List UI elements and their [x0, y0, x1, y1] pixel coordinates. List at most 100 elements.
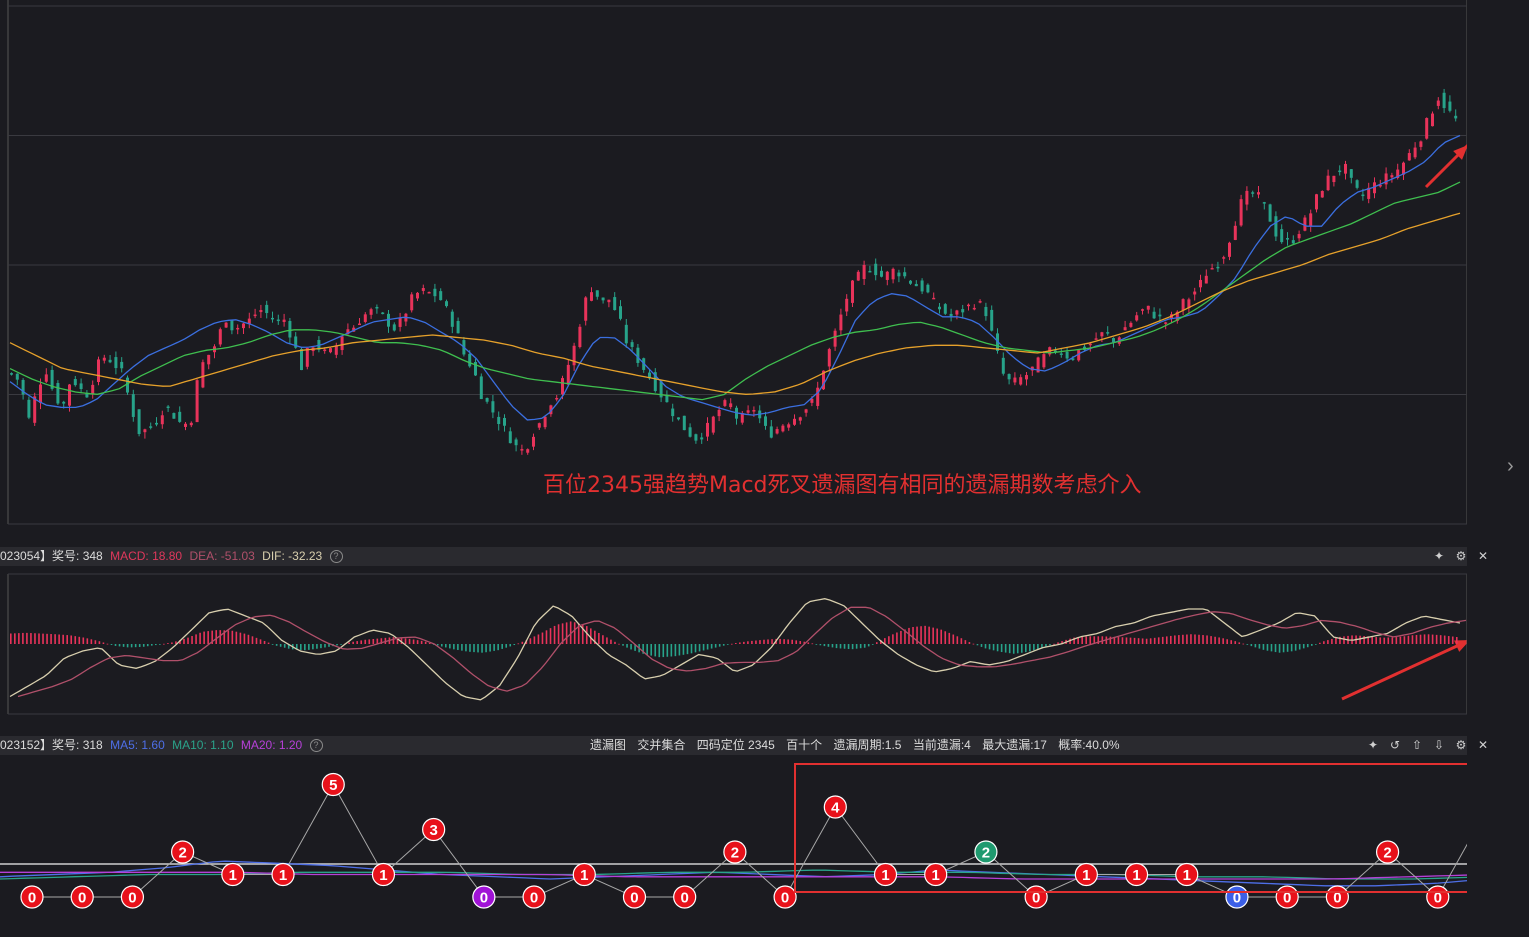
up-icon[interactable]: ⇧ [1408, 736, 1426, 755]
candle-body [33, 396, 37, 423]
help-icon[interactable]: ? [309, 739, 323, 753]
macd-hist-bar [602, 635, 604, 644]
macd-hist-bar [863, 644, 866, 648]
candle-body [137, 409, 141, 434]
candle-body [955, 310, 959, 315]
chevron-right-icon[interactable]: › [1507, 455, 1514, 478]
close-icon[interactable]: ✕ [1474, 547, 1492, 566]
macd-hist-bar [1053, 643, 1055, 645]
macd-hist-bar [831, 644, 834, 648]
macd-hist-bar [215, 630, 218, 644]
info-set-type[interactable]: 交并集合 [637, 738, 685, 752]
macd-hist-bar [823, 644, 826, 647]
macd-hist-bar [50, 634, 52, 644]
candle-body [468, 353, 472, 367]
candle-body [827, 349, 831, 367]
candle-body [909, 280, 912, 284]
candle-body [62, 401, 66, 404]
macd-hist-bar [875, 642, 878, 644]
candle-body [1193, 291, 1197, 295]
gear-icon[interactable]: ⚙ [1452, 547, 1470, 566]
candle-body [787, 424, 791, 428]
candle-body [874, 263, 878, 276]
macd-hist-bar [1315, 644, 1317, 645]
candle-body [856, 271, 860, 281]
candle-body [1112, 338, 1115, 343]
macd-hist-bar [195, 634, 197, 644]
macd-hist-bar [461, 644, 463, 651]
macd-hist-bar [1238, 642, 1241, 644]
macd-hist-bar [1234, 641, 1237, 644]
macd-hist-bar [1089, 636, 1092, 644]
macd-hist-bar [1145, 638, 1148, 644]
macd-hist-bar [163, 643, 165, 645]
macd-hist-bar [360, 640, 363, 644]
macd-hist-bar [573, 622, 576, 644]
macd-value: MACD: 18.80 [110, 549, 183, 563]
macd-hist-bar [352, 641, 354, 644]
macd-hist-bar [42, 633, 44, 644]
omission-marker: 1 [873, 862, 898, 887]
macd-hist-bar [674, 644, 677, 657]
candle-body [677, 417, 680, 420]
macd-hist-bar [1331, 638, 1333, 644]
gear-icon[interactable]: ⚙ [1452, 736, 1470, 755]
omission-marker: 0 [20, 885, 44, 909]
candle-body [1251, 192, 1255, 194]
macd-hist-bar [134, 644, 137, 648]
macd-hist-bar [199, 632, 201, 644]
macd-hist-bar [706, 644, 709, 650]
macd-hist-bar [146, 644, 149, 647]
candle-body [288, 321, 292, 338]
macd-hist-bar [888, 636, 890, 644]
candle-body [665, 395, 669, 403]
candle-body [166, 406, 170, 409]
macd-hist-bar [364, 639, 367, 644]
candle-body [410, 294, 414, 311]
down-icon[interactable]: ⇩ [1430, 736, 1448, 755]
macd-hist-bar [1161, 636, 1164, 644]
chart-stage: 45004000350030002500百位2345强趋势Macd死叉遗漏图有相… [0, 0, 1529, 932]
macd-hist-bar [501, 644, 503, 649]
info-chart-type[interactable]: 遗漏图 [590, 738, 626, 752]
macd-hist-bar [843, 644, 846, 649]
help-icon[interactable]: ? [329, 550, 343, 564]
omission-marker-label: 2 [982, 845, 990, 862]
candle-body [369, 309, 373, 315]
dea-value: DEA: -51.03 [189, 549, 255, 563]
reset-icon[interactable]: ↺ [1386, 736, 1404, 755]
macd-hist-bar [928, 626, 930, 644]
pin-icon[interactable]: ✦ [1430, 547, 1448, 566]
macd-hist-bar [106, 643, 109, 645]
candle-body [1088, 343, 1092, 346]
macd-hist-bar [1033, 644, 1035, 651]
macd-hist-bar [747, 641, 749, 644]
macd-hist-bar [1186, 634, 1188, 644]
candle-body [769, 426, 773, 438]
info-digits[interactable]: 百十个 [786, 738, 822, 752]
macd-hist-bar [1431, 634, 1434, 644]
macd-hist-bar [710, 644, 713, 649]
omission-marker-label: 3 [429, 822, 437, 839]
macd-hist-bar [1174, 635, 1176, 644]
candle-body [1164, 322, 1168, 324]
dif-value: DIF: -32.23 [262, 549, 323, 563]
macd-hist-bar [1363, 636, 1365, 644]
candle-body [363, 314, 367, 322]
pin-icon[interactable]: ✦ [1364, 736, 1382, 755]
candle-body [613, 297, 617, 311]
macd-hist-bar [62, 634, 64, 644]
macd-hist-bar [436, 644, 439, 646]
candle-body [479, 376, 483, 400]
close-icon[interactable]: ✕ [1474, 736, 1492, 755]
candle-body [114, 357, 118, 369]
omission-marker: 1 [1124, 862, 1149, 887]
candle-body [584, 297, 588, 321]
macd-hist-bar [1165, 636, 1168, 644]
info-position[interactable]: 四码定位 2345 [697, 738, 775, 752]
macd-hist-bar [646, 644, 648, 655]
omission-marker: 2 [1375, 840, 1400, 864]
macd-hist-bar [537, 634, 540, 644]
candle-body [706, 422, 709, 437]
candle-body [932, 297, 936, 300]
